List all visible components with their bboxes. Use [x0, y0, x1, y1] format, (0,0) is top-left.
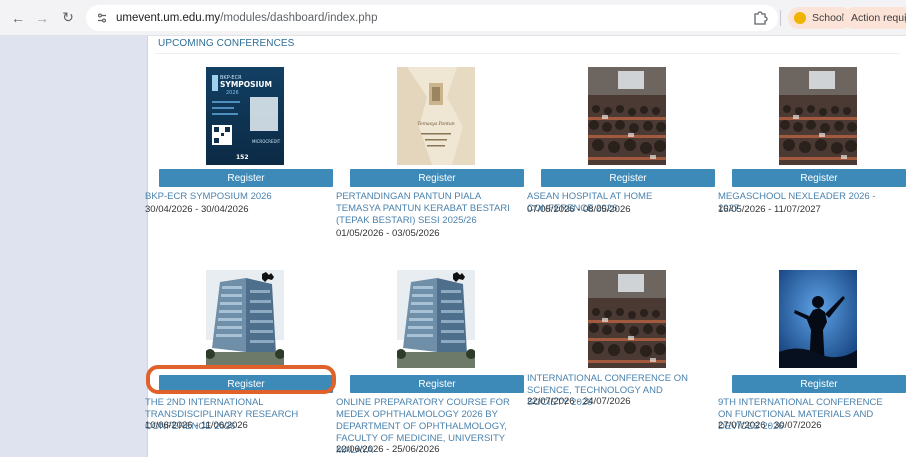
svg-text:SYMPOSIUM: SYMPOSIUM	[220, 80, 272, 89]
register-button[interactable]: Register	[159, 169, 333, 187]
url-host: umevent.um.edu.my	[116, 11, 221, 24]
conference-dates: 30/04/2026 - 30/04/2026	[145, 204, 249, 215]
conference-title-link[interactable]: PERTANDINGAN PANTUN PIALA TEMASYA PANTUN…	[336, 191, 514, 227]
toolbar-divider	[780, 10, 781, 26]
svg-text:2026: 2026	[226, 90, 239, 96]
action-required-label: Action required	[851, 12, 906, 24]
conference-poster-image[interactable]: BKP-ECR SYMPOSIUM 2026 MICROCREDIT 152	[206, 67, 284, 165]
reload-icon[interactable]: ↻	[58, 8, 78, 28]
section-divider	[155, 53, 900, 54]
conference-dates: 22/07/2026 - 24/07/2026	[527, 396, 631, 407]
conference-poster-image[interactable]: Temasya Pantun	[397, 67, 475, 165]
forward-arrow-icon[interactable]: →	[32, 8, 52, 28]
conference-dates: 22/06/2026 - 25/06/2026	[336, 444, 440, 455]
conference-poster-image[interactable]	[206, 270, 284, 368]
profile-label: School	[812, 12, 845, 24]
svg-text:Temasya Pantun: Temasya Pantun	[417, 121, 454, 127]
url-path: /modules/dashboard/index.php	[220, 11, 378, 24]
register-button[interactable]: Register	[541, 169, 715, 187]
register-button[interactable]: Register	[732, 375, 906, 393]
browser-toolbar: ← → ↻ umevent.um.edu.my/modules/dashboar…	[0, 0, 906, 36]
conference-dates: 07/05/2026 - 08/05/2026	[527, 204, 631, 215]
conference-poster-image[interactable]	[588, 67, 666, 165]
register-button[interactable]: Register	[350, 375, 524, 393]
sidebar-panel	[0, 36, 147, 457]
conference-title-link[interactable]: BKP-ECR SYMPOSIUM 2026	[145, 191, 323, 203]
highlight-annotation	[146, 365, 336, 394]
conference-poster-image[interactable]	[779, 67, 857, 165]
url-text: umevent.um.edu.my/modules/dashboard/inde…	[116, 12, 377, 24]
conference-poster-image[interactable]	[397, 270, 475, 368]
extensions-puzzle-icon[interactable]	[752, 9, 770, 27]
conference-dates: 10/06/2026 - 11/06/2026	[145, 420, 248, 431]
site-info-icon[interactable]	[94, 10, 110, 26]
conference-dates: 01/05/2026 - 03/05/2026	[336, 228, 440, 239]
svg-text:152: 152	[236, 154, 249, 161]
sidebar-edge	[147, 36, 148, 457]
conference-dates: 27/07/2026 - 30/07/2026	[718, 420, 822, 431]
section-title: UPCOMING CONFERENCES	[158, 38, 295, 49]
address-bar[interactable]: umevent.um.edu.my/modules/dashboard/inde…	[86, 4, 814, 31]
svg-text:MICROCREDIT: MICROCREDIT	[252, 139, 281, 144]
conference-dates: 16/05/2026 - 11/07/2027	[718, 204, 821, 215]
profile-avatar-icon	[794, 12, 806, 24]
back-arrow-icon[interactable]: ←	[8, 8, 28, 28]
register-button[interactable]: Register	[732, 169, 906, 187]
conference-poster-image[interactable]	[588, 270, 666, 368]
register-button[interactable]: Register	[350, 169, 524, 187]
conference-poster-image[interactable]	[779, 270, 857, 368]
action-required-button[interactable]: Action required	[843, 7, 906, 29]
browser-menu-icon[interactable]: ⋮	[900, 11, 906, 25]
